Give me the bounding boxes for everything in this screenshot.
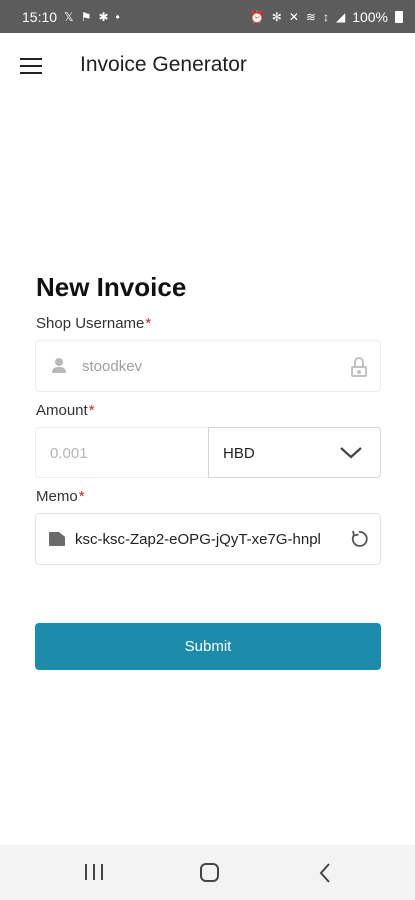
chevron-down-icon (340, 447, 362, 459)
shop-username-field: stoodkev (35, 340, 381, 392)
amount-label-text: Amount (36, 402, 88, 419)
required-mark: * (88, 402, 95, 419)
status-right: ⏰ ✻ ✕ ≋ ↕ ◢ 100% (250, 9, 403, 25)
lte-icon: ↕ (322, 9, 329, 24)
amount-label: Amount* (36, 402, 95, 419)
memo-value: ksc-ksc-Zap2-eOPG-jQyT-xe7G-hnpl (75, 531, 321, 548)
status-bar: 15:10 𝕏 ⚑ ✱ • ⏰ ✻ ✕ ≋ ↕ ◢ 100% (0, 0, 415, 33)
memo-label: Memo* (36, 488, 85, 505)
signal-app-icon: ⚑ (80, 9, 92, 24)
home-icon[interactable] (200, 863, 219, 882)
app-bar: Invoice Generator (0, 33, 415, 97)
submit-button[interactable]: Submit (35, 623, 381, 670)
bluetooth-icon: ✻ (271, 9, 282, 24)
back-icon[interactable] (318, 862, 332, 884)
alarm-icon: ⏰ (249, 9, 265, 24)
person-icon (52, 358, 66, 374)
menu-icon[interactable] (20, 58, 42, 74)
required-mark: * (145, 315, 152, 332)
currency-value: HBD (223, 445, 255, 462)
battery-percent: 100% (352, 8, 388, 25)
navigation-bar (0, 845, 415, 900)
memo-field[interactable]: ksc-ksc-Zap2-eOPG-jQyT-xe7G-hnpl (35, 513, 381, 565)
refresh-icon[interactable] (349, 529, 369, 549)
wifi-icon: ≋ (305, 9, 316, 24)
app-title: Invoice Generator (80, 53, 247, 76)
status-left: 15:10 𝕏 ⚑ ✱ • (22, 9, 120, 25)
gear-icon: ✱ (98, 9, 109, 24)
dot-icon: • (115, 9, 120, 24)
shop-username-label: Shop Username* (36, 315, 151, 332)
amount-placeholder: 0.001 (50, 445, 88, 462)
required-mark: * (78, 488, 85, 505)
amount-input[interactable]: 0.001 (35, 427, 209, 478)
status-time: 15:10 (22, 8, 58, 25)
form-heading: New Invoice (36, 272, 187, 302)
shop-username-label-text: Shop Username (36, 315, 145, 332)
x-icon: 𝕏 (64, 9, 74, 24)
currency-select[interactable]: HBD (208, 427, 381, 478)
battery-icon (395, 10, 403, 23)
recents-icon[interactable] (85, 864, 103, 880)
file-icon (49, 532, 65, 546)
shop-username-value: stoodkev (82, 358, 143, 375)
memo-label-text: Memo (36, 488, 78, 505)
mute-icon: ✕ (288, 9, 299, 24)
lock-icon (351, 357, 367, 377)
signal-icon: ◢ (335, 9, 346, 24)
